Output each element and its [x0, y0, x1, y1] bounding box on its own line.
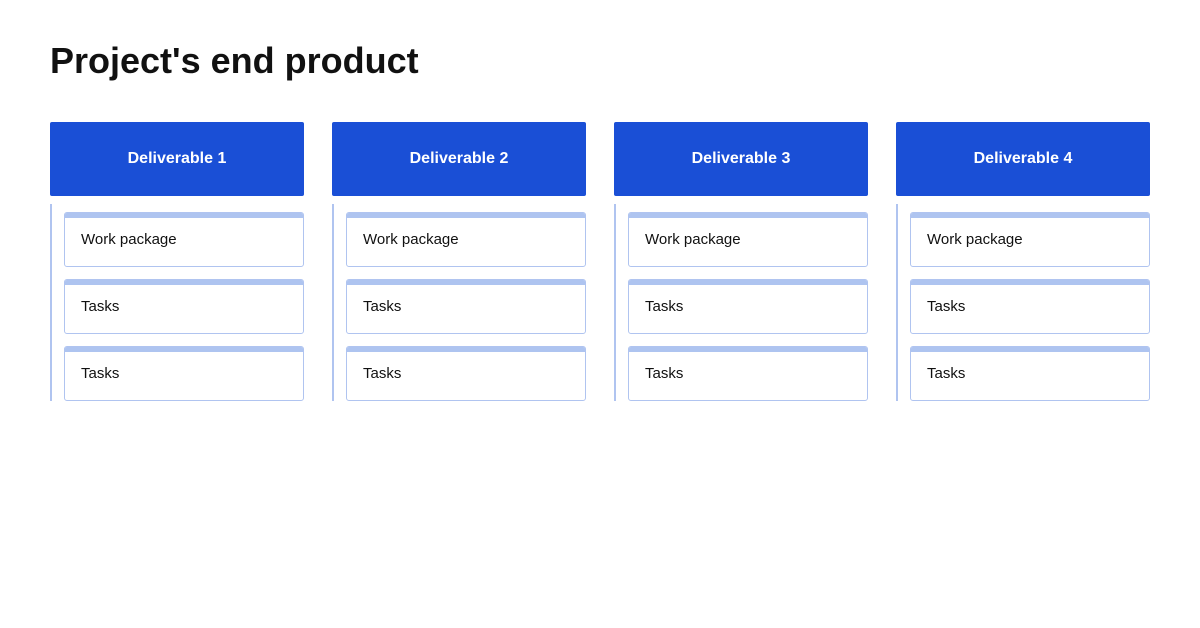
deliverable-4-items: Work package Tasks Tasks — [896, 204, 1150, 401]
deliverable-1-item-2: Tasks — [64, 346, 304, 401]
deliverable-4-item-0: Work package — [910, 212, 1150, 267]
deliverable-4-item-2: Tasks — [910, 346, 1150, 401]
deliverable-2-item-2: Tasks — [346, 346, 586, 401]
deliverable-1-item-0: Work package — [64, 212, 304, 267]
deliverable-3-item-2: Tasks — [628, 346, 868, 401]
deliverable-4-header: Deliverable 4 — [896, 122, 1150, 196]
deliverable-3-header: Deliverable 3 — [614, 122, 868, 196]
page-title: Project's end product — [50, 40, 1150, 82]
deliverable-2-item-0: Work package — [346, 212, 586, 267]
deliverable-3-item-0: Work package — [628, 212, 868, 267]
deliverable-3-item-1: Tasks — [628, 279, 868, 334]
page-container: Project's end product Deliverable 1 Work … — [0, 0, 1200, 441]
deliverable-1-items: Work package Tasks Tasks — [50, 204, 304, 401]
deliverable-4: Deliverable 4 Work package Tasks Tasks — [896, 122, 1150, 401]
deliverable-2: Deliverable 2 Work package Tasks Tasks — [332, 122, 586, 401]
deliverable-4-item-1: Tasks — [910, 279, 1150, 334]
deliverable-1: Deliverable 1 Work package Tasks Tasks — [50, 122, 304, 401]
deliverable-1-item-1: Tasks — [64, 279, 304, 334]
deliverable-2-item-1: Tasks — [346, 279, 586, 334]
deliverable-3-items: Work package Tasks Tasks — [614, 204, 868, 401]
deliverable-3: Deliverable 3 Work package Tasks Tasks — [614, 122, 868, 401]
deliverable-1-header: Deliverable 1 — [50, 122, 304, 196]
deliverables-row: Deliverable 1Work packageTasksTasksDeliv… — [50, 122, 1150, 401]
deliverable-2-header: Deliverable 2 — [332, 122, 586, 196]
deliverable-2-items: Work package Tasks Tasks — [332, 204, 586, 401]
